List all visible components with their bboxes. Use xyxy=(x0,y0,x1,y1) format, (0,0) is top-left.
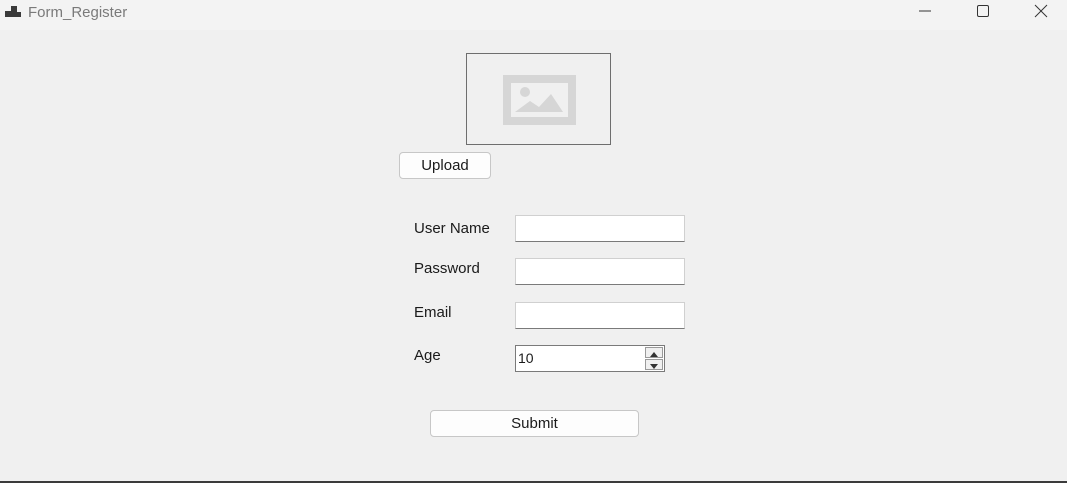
username-label: User Name xyxy=(414,220,490,237)
close-icon xyxy=(1034,4,1048,23)
age-label: Age xyxy=(414,347,441,364)
age-value[interactable]: 10 xyxy=(518,350,534,366)
app-icon xyxy=(5,5,21,21)
email-field[interactable] xyxy=(515,302,685,329)
minimize-icon xyxy=(918,4,932,23)
image-placeholder-icon xyxy=(503,75,576,130)
minimize-button[interactable] xyxy=(896,0,954,26)
age-decrement-button[interactable] xyxy=(645,359,663,370)
password-label: Password xyxy=(414,260,480,277)
register-window: Form_Register Upload User Name Password … xyxy=(0,0,1067,483)
username-field[interactable] xyxy=(515,215,685,242)
maximize-icon xyxy=(976,4,990,23)
profile-picture-box xyxy=(466,53,611,145)
age-stepper[interactable]: 10 xyxy=(515,345,665,372)
window-title: Form_Register xyxy=(28,4,128,21)
chevron-down-icon xyxy=(650,356,658,374)
submit-button[interactable]: Submit xyxy=(430,410,639,437)
email-label: Email xyxy=(414,304,452,321)
title-bar: Form_Register xyxy=(0,0,1067,30)
upload-button[interactable]: Upload xyxy=(399,152,491,179)
close-button[interactable] xyxy=(1012,0,1067,26)
password-field[interactable] xyxy=(515,258,685,285)
maximize-button[interactable] xyxy=(954,0,1012,26)
